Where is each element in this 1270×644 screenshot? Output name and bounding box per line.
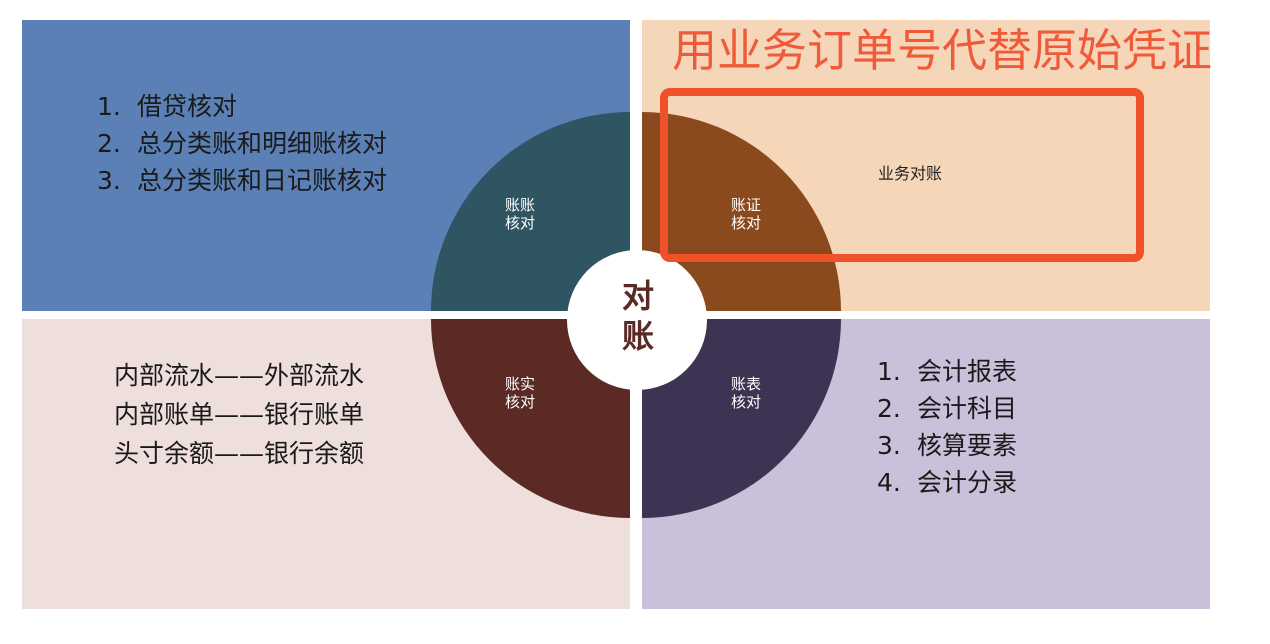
list-item-number: 3. — [877, 431, 901, 460]
segment-label-line: 核对 — [730, 393, 761, 411]
pair-item: 内部流水——外部流水 — [114, 361, 365, 390]
pair-item: 内部账单——银行账单 — [114, 400, 365, 429]
list-item: 2. 总分类账和明细账核对 — [97, 125, 387, 162]
list-item-text: 会计科目 — [917, 394, 1018, 423]
segment-label-line: 核对 — [504, 214, 535, 232]
list-item: 3. 总分类账和日记账核对 — [97, 162, 387, 199]
pair-item: 头寸余额——银行余额 — [114, 439, 365, 468]
segment-label-bottom-right: 账表 核对 — [716, 375, 776, 411]
headline: 用业务订单号代替原始凭证 — [672, 24, 1213, 77]
segment-label-top-left: 账账 核对 — [490, 196, 550, 232]
bottom-right-list: 1. 会计报表 2. 会计科目 3. 核算要素 4. 会计分录 — [877, 353, 1017, 501]
list-item: 3. 核算要素 — [877, 427, 1017, 464]
segment-label-line: 账表 — [730, 375, 761, 393]
list-item-number: 3. — [97, 166, 121, 195]
list-item-text: 总分类账和明细账核对 — [137, 129, 388, 158]
list-item-number: 2. — [877, 394, 901, 423]
business-reconciliation-label: 业务对账 — [878, 164, 943, 183]
top-left-list: 1. 借贷核对 2. 总分类账和明细账核对 3. 总分类账和日记账核对 — [97, 88, 387, 199]
list-item: 1. 借贷核对 — [97, 88, 387, 125]
center-label-line: 对 — [621, 277, 654, 315]
list-item-text: 会计分录 — [917, 468, 1018, 497]
center-label: 对 账 — [606, 276, 670, 356]
list-item-text: 核算要素 — [917, 431, 1018, 460]
list-item: 1. 会计报表 — [877, 353, 1017, 390]
segment-label-line: 账账 — [504, 196, 535, 214]
segment-label-line: 核对 — [504, 393, 535, 411]
list-item: 2. 会计科目 — [877, 390, 1017, 427]
list-item: 4. 会计分录 — [877, 464, 1017, 501]
center-label-line: 账 — [621, 317, 654, 355]
segment-label-bottom-left: 账实 核对 — [490, 375, 550, 411]
list-item-number: 4. — [877, 468, 901, 497]
list-item-text: 借贷核对 — [137, 92, 238, 121]
list-item-number: 1. — [877, 357, 901, 386]
list-item-number: 1. — [97, 92, 121, 121]
list-item-text: 会计报表 — [917, 357, 1018, 386]
list-item-text: 总分类账和日记账核对 — [137, 166, 388, 195]
list-item-number: 2. — [97, 129, 121, 158]
bottom-left-pairs: 内部流水——外部流水 内部账单——银行账单 头寸余额——银行余额 — [114, 356, 364, 473]
segment-label-line: 账实 — [504, 375, 535, 393]
